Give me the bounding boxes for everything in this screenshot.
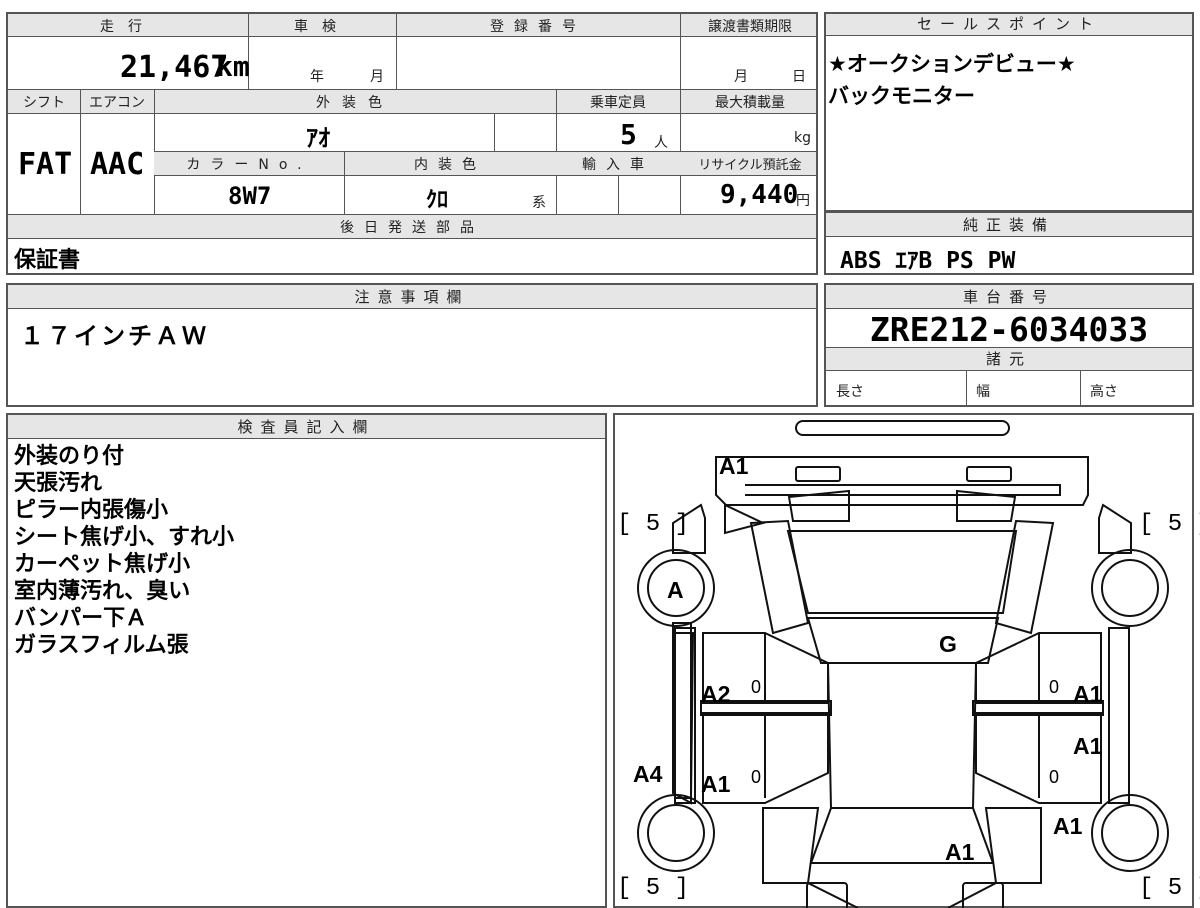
mark-left-rear-door: A1 [701, 771, 731, 797]
mark-right-front-door: A1 [1073, 681, 1103, 707]
specs-height: 高さ [1090, 384, 1118, 400]
mileage-label: 走行 [100, 19, 156, 35]
zero-right-front: 0 [1049, 677, 1060, 697]
tire-front-left-condition: [ 5 ] [617, 511, 690, 538]
transfer-deadline-label: 譲渡書類期限 [708, 19, 792, 35]
mark-left-rocker: A4 [633, 761, 663, 787]
transfer-month: 月 [734, 69, 748, 85]
aircon-label: エアコン [89, 95, 145, 111]
equipment-value: ABS ｴｱB PS PW [840, 248, 1016, 274]
notes-label: 注意事項欄 [8, 285, 816, 309]
tire-rear-left-condition: [ 5 ] [617, 875, 690, 902]
aircon-value: AAC [90, 147, 145, 182]
sales-point-line-1: ★オークションデビュー★ [828, 52, 1076, 76]
sales-point-line-2: バックモニター [828, 84, 975, 108]
inspection-month: 月 [370, 69, 384, 85]
inspection-label: 車検 [294, 19, 350, 35]
interior-color-suffix: 系 [532, 195, 546, 211]
shift-label: シフト [23, 95, 65, 111]
mark-right-rear-door: A1 [1073, 733, 1103, 759]
import-label: 輸入車 [582, 157, 654, 173]
sales-points-label: セールスポイント [826, 14, 1192, 36]
inspector-line-1: 外装のり付 [14, 444, 125, 469]
chassis-value: ZRE212-6034033 [869, 310, 1149, 349]
interior-color-value: ｸﾛ [426, 188, 449, 213]
inspection-year: 年 [310, 69, 324, 85]
inspector-line-3: ピラー内張傷小 [14, 498, 169, 523]
notes-box: 注意事項欄 １７インチＡＷ [6, 283, 818, 407]
later-parts-label: 後日発送部品 [340, 220, 484, 236]
chassis-box: 車台番号 ZRE212-6034033 諸元 長さ 幅 高さ [824, 283, 1194, 407]
capacity-value: 5 [620, 118, 637, 151]
mark-right-rear-fender: A1 [1053, 813, 1083, 839]
inspector-line-8: ガラスフィルム張 [14, 633, 189, 658]
inspector-line-4: シート焦げ小、すれ小 [14, 525, 235, 550]
transfer-day: 日 [792, 69, 806, 85]
shift-value: FAT [18, 147, 73, 182]
mark-front-left-tire: A [667, 577, 684, 603]
zero-left-front: 0 [751, 677, 762, 697]
max-load-label: 最大積載量 [715, 95, 785, 111]
car-diagram: [ 5 ] [ 5 ] [ 5 ] [ 5 ] A1 A G A2 A1 A4 … [613, 413, 1200, 908]
capacity-unit: 人 [654, 135, 668, 151]
mileage-unit: km [216, 50, 250, 83]
zero-left-rear: 0 [751, 767, 762, 787]
mark-left-front-door: A2 [701, 681, 731, 707]
capacity-label: 乗車定員 [590, 95, 646, 111]
mark-hood-glass: G [939, 631, 957, 657]
specs-width: 幅 [976, 384, 990, 400]
mileage-value: 21,467 [120, 50, 229, 85]
tire-front-right-condition: [ 5 ] [1139, 511, 1200, 538]
interior-color-label: 内装色 [414, 157, 486, 173]
max-load-unit: kg [794, 130, 811, 146]
later-parts-value: 保証書 [14, 248, 81, 273]
inspector-line-6: 室内薄汚れ、臭い [14, 579, 191, 604]
color-no-value: 8W7 [228, 182, 272, 210]
recycle-fee-value: 9,440 [720, 180, 799, 210]
specs-label: 諸元 [826, 347, 1192, 371]
tire-rear-right-condition: [ 5 ] [1139, 875, 1200, 902]
exterior-color-label: 外装色 [316, 95, 394, 111]
chassis-label: 車台番号 [826, 285, 1192, 309]
notes-value: １７インチＡＷ [20, 322, 209, 350]
vehicle-spec-table: 走行 車検 登録番号 譲渡書類期限 21,467 km 年 月 月 日 シフト … [6, 12, 818, 275]
exterior-color-value: ｱｵ [306, 124, 330, 152]
color-no-label: カラーNo. [186, 157, 312, 173]
inspector-line-2: 天張汚れ [14, 471, 103, 496]
recycle-fee-label: リサイクル預託金 [698, 158, 802, 173]
equipment-box: 純正装備 ABS ｴｱB PS PW [824, 211, 1194, 275]
car-outline-svg [637, 420, 1169, 908]
inspector-box: 検査員記入欄 外装のり付 天張汚れ ピラー内張傷小 シート焦げ小、すれ小 カーペ… [6, 413, 607, 908]
mark-front-bumper: A1 [719, 453, 749, 479]
mark-trunk: A1 [945, 839, 975, 865]
inspector-label: 検査員記入欄 [8, 415, 605, 439]
specs-length: 長さ [836, 384, 864, 400]
equipment-label: 純正装備 [826, 213, 1192, 237]
registration-label: 登録番号 [490, 19, 586, 35]
inspector-line-7: バンパー下Ａ [14, 606, 148, 631]
sales-points-box: セールスポイント ★オークションデビュー★ バックモニター [824, 12, 1194, 212]
zero-right-rear: 0 [1049, 767, 1060, 787]
recycle-fee-unit: 円 [796, 193, 810, 209]
inspector-line-5: カーペット焦げ小 [14, 552, 191, 577]
